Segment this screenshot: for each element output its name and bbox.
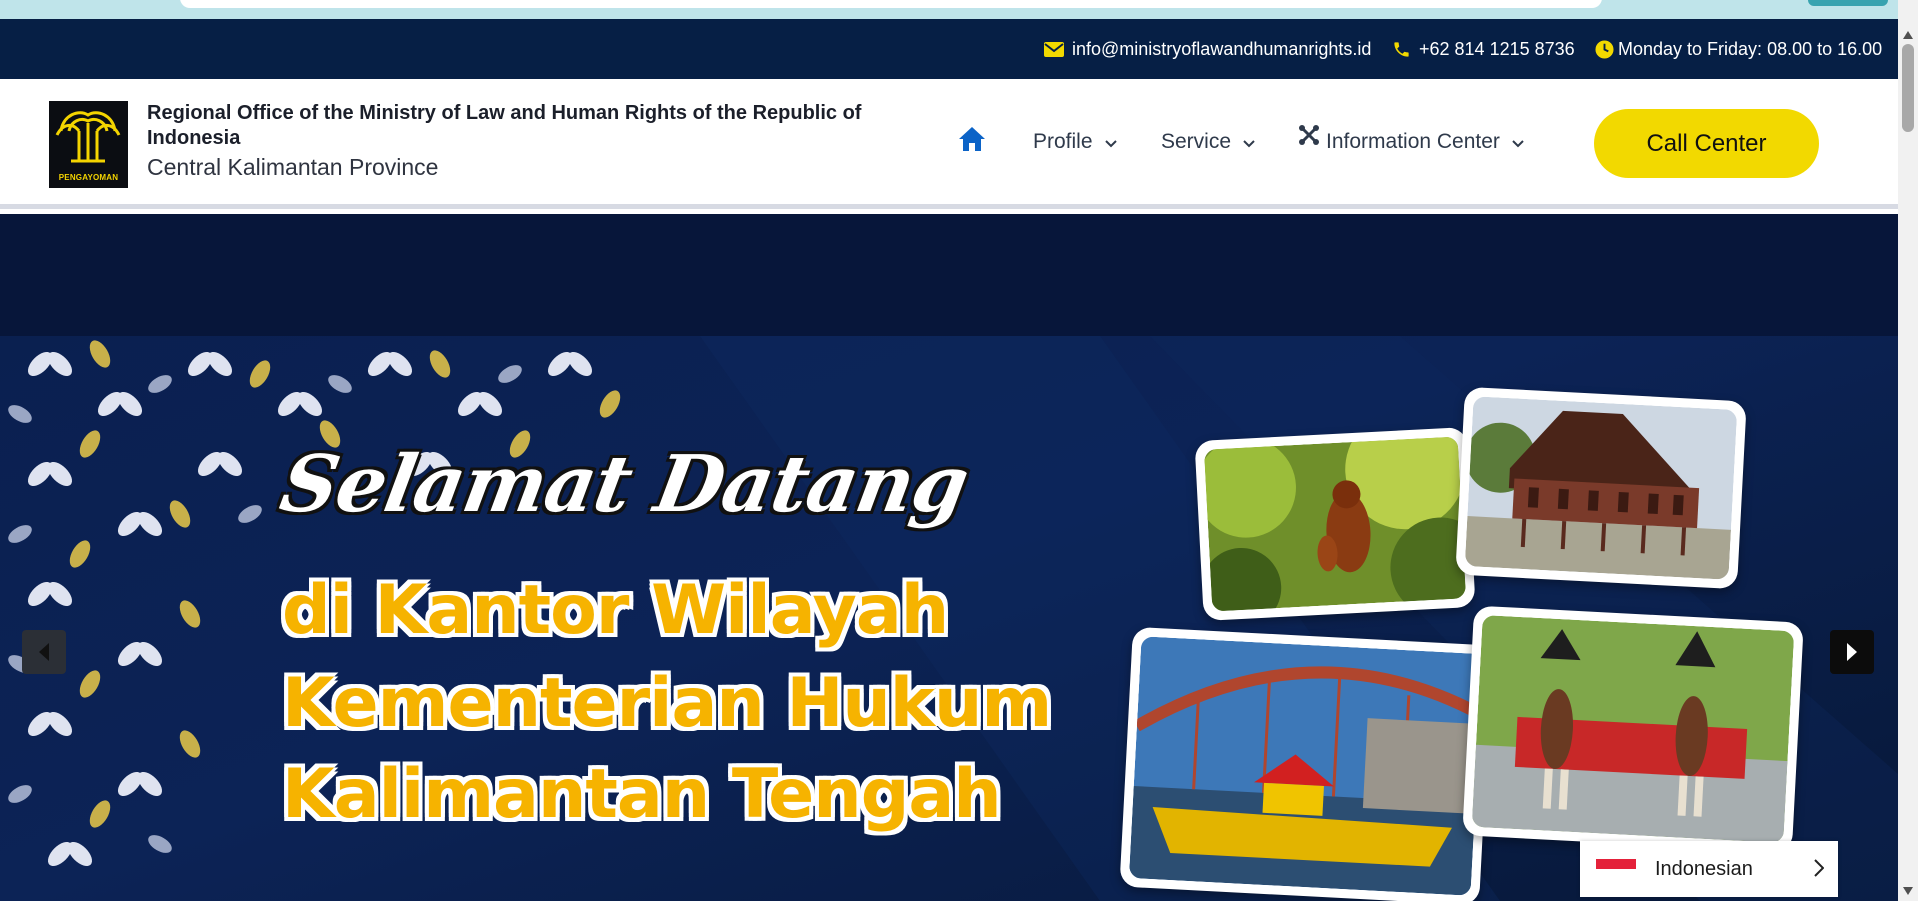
nav-profile[interactable]: Profile — [1033, 79, 1117, 204]
nav-service-label: Service — [1161, 129, 1232, 153]
chevron-down-icon — [1104, 130, 1117, 154]
scroll-up-arrow-icon[interactable] — [1903, 26, 1913, 44]
call-center-button[interactable]: Call Center — [1594, 109, 1819, 178]
browser-top-strip — [0, 0, 1898, 19]
chevron-right-icon — [1847, 643, 1857, 661]
site-title[interactable]: Regional Office of the Ministry of Law a… — [147, 101, 907, 151]
dayak-dance-photo — [1462, 605, 1804, 853]
nav-service[interactable]: Service — [1161, 79, 1255, 204]
logo-caption: PENGAYOMAN — [58, 173, 119, 182]
scrollbar-thumb[interactable] — [1902, 44, 1914, 132]
nav-profile-label: Profile — [1033, 129, 1093, 153]
slider-prev-button[interactable] — [22, 630, 66, 674]
contact-bar: info@ministryoflawandhumanrights.id +62 … — [0, 19, 1898, 79]
nav-information-center-label: Information Center — [1326, 129, 1500, 153]
language-label: Indonesian — [1655, 857, 1753, 880]
phone-icon — [1392, 40, 1411, 59]
chevron-down-icon — [1243, 130, 1255, 154]
hero-top-band — [0, 214, 1898, 336]
ministry-logo[interactable]: PENGAYOMAN — [49, 101, 128, 188]
hero-line-2: Kementerian Hukum — [282, 664, 1052, 743]
site-header: PENGAYOMAN Regional Office of the Minist… — [0, 79, 1898, 209]
toolbar-button[interactable] — [1808, 0, 1888, 6]
pengayoman-emblem-icon — [55, 111, 121, 163]
scroll-down-arrow-icon[interactable] — [1903, 882, 1913, 900]
hero-welcome-script: Selamat Datang — [273, 439, 975, 530]
page-scrollbar[interactable] — [1898, 0, 1918, 901]
contact-hours: Monday to Friday: 08.00 to 16.00 — [1595, 19, 1882, 79]
home-icon[interactable] — [958, 126, 986, 158]
envelope-icon — [1044, 41, 1064, 57]
traditional-house-photo — [1455, 386, 1747, 590]
chevron-down-icon — [1512, 130, 1524, 154]
hero-line-3: Kalimantan Tengah — [282, 755, 1002, 834]
language-switcher[interactable]: Indonesian — [1580, 841, 1838, 897]
slider-next-button[interactable] — [1830, 630, 1874, 674]
nav-information-center[interactable]: Information Center — [1298, 79, 1524, 204]
contact-email[interactable]: info@ministryoflawandhumanrights.id — [1044, 19, 1371, 79]
orangutan-photo — [1194, 427, 1476, 621]
contact-phone-text[interactable]: +62 814 1215 8736 — [1419, 39, 1575, 60]
clock-icon — [1595, 39, 1614, 59]
river-boat-photo — [1119, 626, 1493, 901]
address-bar[interactable] — [180, 0, 1602, 8]
chevron-left-icon — [39, 643, 49, 661]
hero-line-1: di Kantor Wilayah — [282, 571, 949, 650]
contact-phone[interactable]: +62 814 1215 8736 — [1392, 19, 1575, 79]
chevron-right-icon — [1814, 859, 1825, 883]
joomla-icon — [1298, 124, 1320, 152]
contact-email-text[interactable]: info@ministryoflawandhumanrights.id — [1072, 39, 1371, 60]
hero-slider: Selamat Datang di Kantor Wilayah Kemente… — [0, 214, 1898, 901]
site-subtitle: Central Kalimantan Province — [147, 154, 439, 180]
contact-hours-text: Monday to Friday: 08.00 to 16.00 — [1618, 38, 1883, 59]
indonesia-flag-icon — [1596, 859, 1636, 879]
